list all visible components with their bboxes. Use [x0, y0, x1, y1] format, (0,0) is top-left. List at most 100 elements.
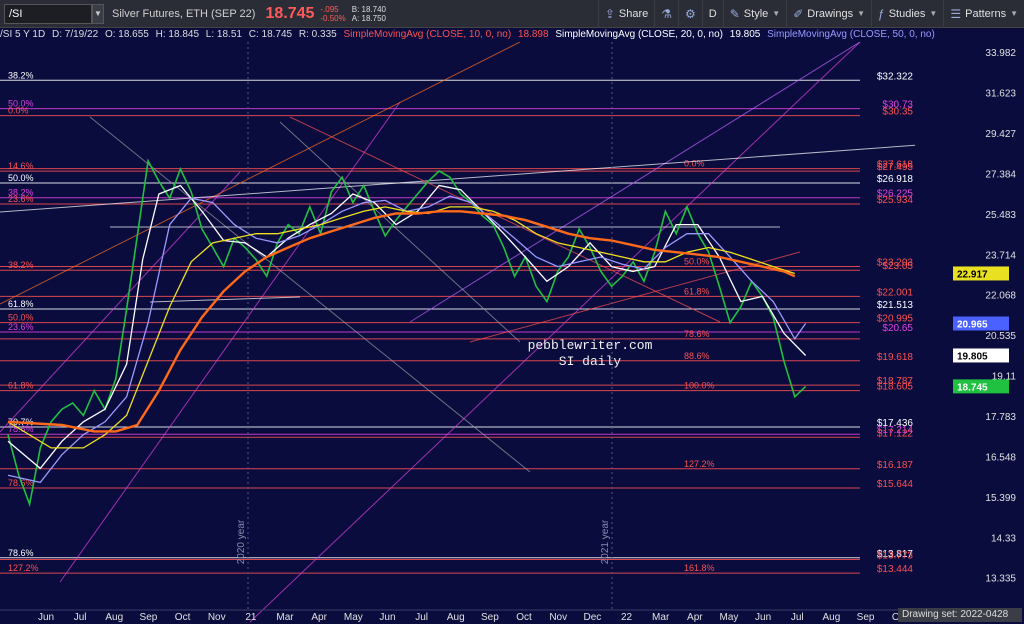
bid-ask: B: 18.740 A: 18.750 — [352, 5, 386, 23]
price-change: -.095 -0.50% — [320, 5, 345, 23]
bid-price: B: 18.740 — [351, 4, 386, 14]
gear-icon: ⚙ — [685, 6, 696, 21]
legend-sma20-label: SimpleMovingAvg (CLOSE, 20, 0, no) — [555, 29, 723, 40]
y-tick-label: 15.399 — [985, 493, 1016, 504]
drawings-icon: ✐ — [793, 6, 804, 21]
studies-label: Studies — [888, 7, 926, 20]
legend-symbol: /SI 5 Y 1D — [0, 29, 46, 40]
fib-level-price-label: $13.444 — [877, 564, 914, 575]
x-tick-label: Jul — [74, 612, 87, 623]
drawings-label: Drawings — [807, 7, 854, 20]
x-tick-label: Apr — [687, 612, 703, 623]
x-tick-label: May — [344, 612, 363, 623]
legend-sma20-value: 19.805 — [729, 29, 761, 40]
drawings-button[interactable]: ✐ Drawings ▼ — [786, 0, 871, 28]
series-line-3 — [7, 206, 795, 449]
style-button[interactable]: ✎ Style ▼ — [722, 0, 786, 28]
trendline-3 — [409, 42, 861, 323]
price-tag-label: 18.745 — [957, 382, 988, 393]
trendline-5 — [89, 116, 531, 473]
x-tick-label: 21 — [245, 612, 257, 623]
y-tick-label: 27.384 — [985, 169, 1016, 180]
fib-level-price-label: $13.773 — [877, 551, 914, 562]
chevron-down-icon: ▼ — [772, 9, 781, 18]
patterns-button[interactable]: ☰ Patterns ▼ — [943, 0, 1024, 28]
fib-level-price-label: $22.001 — [877, 287, 914, 298]
fib-level-price-label: $18.605 — [877, 382, 914, 393]
period-button[interactable]: D — [701, 0, 723, 28]
x-tick-label: Mar — [652, 612, 670, 623]
y-tick-label: 20.535 — [985, 331, 1016, 342]
chevron-down-icon: ▼ — [1010, 9, 1018, 18]
x-tick-label: Jun — [379, 612, 395, 623]
trendline-7 — [0, 141, 961, 213]
y-axis: 33.982 31.623 29.427 27.384 25.483 23.714 22.0… — [915, 42, 1024, 624]
fib-level-price-label: $20.65 — [882, 323, 913, 334]
legend-high: H: 18.845 — [155, 29, 200, 40]
trendline-1 — [59, 101, 401, 583]
fib-level-left-pct: 78.6% — [8, 548, 34, 558]
net-change: -.095 — [320, 4, 339, 14]
style-icon: ✎ — [729, 6, 740, 21]
fib-level-price-label: $16.187 — [877, 460, 914, 471]
symbol-dropdown-icon[interactable]: ▼ — [92, 3, 104, 24]
fib-level-price-label: $26.918 — [877, 174, 914, 185]
fib-level-left-pct: 0.0% — [8, 106, 29, 116]
fib-level-left-pct: 61.8% — [8, 299, 34, 309]
chevron-down-icon: ▼ — [857, 9, 866, 18]
fib-level-price-label: $30.35 — [882, 107, 913, 118]
fib-level-left-pct: 38.2% — [8, 260, 34, 270]
symbol-input[interactable] — [4, 3, 92, 24]
price-tag-label: 20.965 — [957, 319, 988, 330]
legend-sma50-label: SimpleMovingAvg (CLOSE, 50, 0, no) — [767, 29, 935, 40]
fib-level-price-label: $25.934 — [877, 195, 914, 206]
share-label: Share — [618, 7, 649, 20]
pct-change: -0.50% — [320, 13, 346, 23]
studies-button[interactable]: ƒ Studies ▼ — [871, 0, 943, 28]
x-tick-label: Apr — [311, 612, 327, 623]
trendline-0 — [0, 171, 241, 433]
fib-levels: $32.32238.2%$30.7350.0%$30.350.0%$27.618… — [0, 70, 913, 575]
x-tick-label: Jun — [38, 612, 54, 623]
x-tick-label: 22 — [621, 612, 633, 623]
fib-level-price-label: $17.122 — [877, 428, 914, 439]
studies-icon: ƒ — [878, 6, 885, 21]
x-tick-label: Jun — [755, 612, 771, 623]
style-label: Style — [743, 7, 769, 20]
y-tick-label: 23.714 — [985, 250, 1016, 261]
fib-level-mid-pct: 127.2% — [684, 459, 715, 469]
share-button[interactable]: ⇪ Share — [597, 0, 654, 28]
watermark-caption: SI daily — [558, 354, 622, 369]
legend-close: C: 18.745 — [248, 29, 293, 40]
legend-date: D: 7/19/22 — [52, 29, 99, 40]
fib-level-price-label: $15.644 — [877, 479, 914, 490]
y-tick-label: 16.548 — [985, 452, 1016, 463]
y-tick-label: 17.783 — [985, 412, 1016, 423]
chart-legend: /SI 5 Y 1D D: 7/19/22 O: 18.655 H: 18.84… — [0, 28, 1024, 42]
toolbar: ▼ Silver Futures, ETH (SEP 22) 18.745 -.… — [0, 0, 1024, 28]
fib-level-left-pct: 50.0% — [8, 173, 34, 183]
x-tick-label: Nov — [208, 612, 226, 623]
flask-icon: ⚗ — [661, 6, 673, 21]
settings-button[interactable]: ⚙ — [678, 0, 702, 28]
legend-sma10-label: SimpleMovingAvg (CLOSE, 10, 0, no) — [343, 29, 512, 40]
flask-button[interactable]: ⚗ — [654, 0, 678, 28]
drawing-set-selector[interactable]: Drawing set: 2022-0428 — [898, 608, 1022, 622]
fib-level-mid-pct: 161.8% — [684, 563, 715, 573]
patterns-icon: ☰ — [950, 6, 962, 21]
x-tick-label: Mar — [276, 612, 294, 623]
fib-level-left-pct: 23.6% — [8, 322, 34, 332]
legend-open: O: 18.655 — [104, 29, 149, 40]
period-label: D — [708, 7, 717, 20]
price-chart[interactable]: $32.32238.2%$30.7350.0%$30.350.0%$27.618… — [0, 42, 1024, 624]
watermark: pebblewriter.com SI daily — [490, 338, 690, 370]
patterns-label: Patterns — [965, 7, 1007, 20]
x-tick-label: Aug — [823, 612, 841, 623]
fib-level-price-label: $23.05 — [882, 261, 913, 272]
x-tick-label: Dec — [583, 612, 601, 623]
share-icon: ⇪ — [604, 6, 615, 21]
y-tick-label: 22.068 — [985, 291, 1016, 302]
y-tick-label: 29.427 — [985, 129, 1016, 140]
fib-level-mid-pct: 0.0% — [684, 159, 705, 169]
fib-level-price-label: $21.513 — [877, 300, 914, 311]
